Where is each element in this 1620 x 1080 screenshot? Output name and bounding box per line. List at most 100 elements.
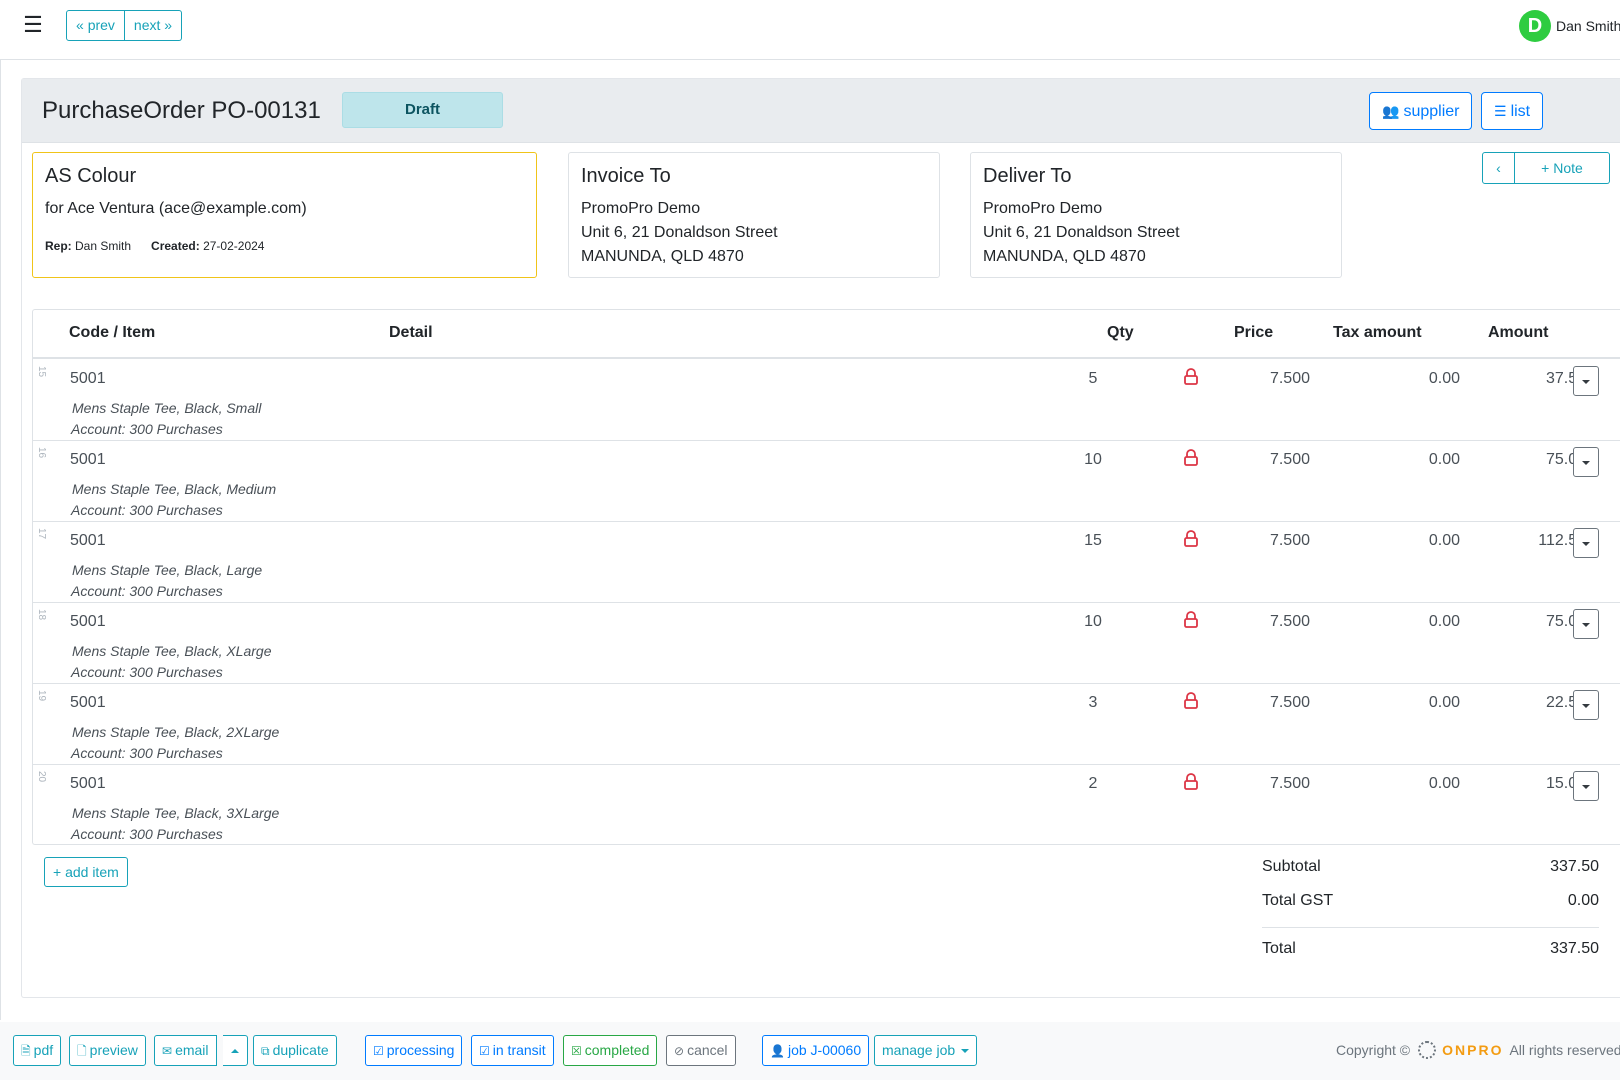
- row-actions-dropdown[interactable]: [1573, 690, 1599, 720]
- lock-icon[interactable]: [1183, 611, 1199, 629]
- processing-button[interactable]: ☑ processing: [365, 1035, 463, 1066]
- item-tax: 0.00: [1428, 532, 1460, 549]
- invoice-to-heading: Invoice To: [581, 165, 671, 187]
- lock-icon[interactable]: [1183, 368, 1199, 386]
- item-description: Mens Staple Tee, Black, Medium: [72, 481, 277, 497]
- job-label: job J-00060: [787, 1042, 862, 1058]
- row-number: 17: [36, 528, 47, 540]
- table-row[interactable]: 15 5001 Mens Staple Tee, Black, Small Accou…: [33, 360, 1620, 441]
- total-row: Total 337.50: [1262, 940, 1599, 964]
- add-note-button[interactable]: + Note: [1515, 152, 1610, 184]
- processing-label: processing: [386, 1042, 455, 1058]
- next-label: next: [133, 17, 161, 33]
- onpro-logo: [1418, 1041, 1437, 1059]
- item-qty[interactable]: 5: [1073, 370, 1113, 388]
- totals-panel: Subtotal 337.50 Total GST 0.00 Total 337…: [1262, 856, 1599, 964]
- customer-line: for Ace Ventura (ace@example.com): [45, 200, 307, 217]
- created-value: 27-02-2024: [203, 239, 265, 253]
- item-tax: 0.00: [1428, 451, 1460, 468]
- check-square-icon: ☑: [479, 1044, 490, 1058]
- user-name: Dan Smith: [1556, 18, 1620, 34]
- item-qty[interactable]: 10: [1073, 451, 1113, 469]
- check-square-icon: ☑: [373, 1044, 384, 1058]
- row-actions-dropdown[interactable]: [1573, 447, 1599, 477]
- copy-icon: ⧉: [261, 1044, 270, 1058]
- row-number: 16: [36, 447, 47, 459]
- collapse-button[interactable]: ‹: [1482, 152, 1515, 184]
- chevron-left-icon: ‹: [1496, 160, 1501, 176]
- prev-button[interactable]: « prev: [66, 10, 125, 41]
- deliver-to-box[interactable]: Deliver To PromoPro Demo Unit 6, 21 Dona…: [970, 152, 1342, 278]
- subtotal-value: 337.50: [1550, 858, 1599, 875]
- item-tax: 0.00: [1428, 370, 1460, 387]
- item-price[interactable]: 7.500: [1233, 775, 1310, 793]
- row-actions-dropdown[interactable]: [1573, 609, 1599, 639]
- subtotal-label: Subtotal: [1262, 858, 1321, 875]
- supplier-button[interactable]: 👥 supplier: [1369, 92, 1473, 130]
- item-qty[interactable]: 2: [1073, 775, 1113, 793]
- list-icon: ☰: [1494, 103, 1507, 119]
- table-row[interactable]: 17 5001 Mens Staple Tee, Black, Large Accou…: [33, 522, 1620, 603]
- next-button[interactable]: next »: [124, 10, 183, 41]
- prev-label: prev: [87, 17, 115, 33]
- lock-icon[interactable]: [1183, 692, 1199, 710]
- table-row[interactable]: 16 5001 Mens Staple Tee, Black, Medium Acco…: [33, 441, 1620, 522]
- row-actions-dropdown[interactable]: [1573, 366, 1599, 396]
- caret-up-icon: [231, 1049, 239, 1054]
- job-button[interactable]: 👤 job J-00060: [762, 1035, 870, 1066]
- deliver-to-heading: Deliver To: [983, 165, 1072, 187]
- table-row[interactable]: 18 5001 Mens Staple Tee, Black, XLarge Acco…: [33, 603, 1620, 684]
- lock-icon[interactable]: [1183, 773, 1199, 791]
- item-description: Mens Staple Tee, Black, 3XLarge: [72, 805, 280, 821]
- item-tax: 0.00: [1428, 775, 1460, 792]
- item-price[interactable]: 7.500: [1233, 613, 1310, 631]
- status-badge: Draft: [342, 92, 503, 128]
- created-label: Created:: [151, 239, 200, 253]
- row-actions-dropdown[interactable]: [1573, 528, 1599, 558]
- item-price[interactable]: 7.500: [1233, 694, 1310, 712]
- hamburger-icon[interactable]: ☰: [22, 14, 44, 36]
- lock-icon[interactable]: [1183, 449, 1199, 467]
- col-code: Code / Item: [69, 324, 156, 341]
- col-tax: Tax amount: [1333, 324, 1422, 341]
- item-account: Account: 300 Purchases: [71, 745, 223, 761]
- invoice-to-box[interactable]: Invoice To PromoPro Demo Unit 6, 21 Dona…: [568, 152, 940, 278]
- file-icon: 🗋: [77, 1044, 87, 1058]
- item-price[interactable]: 7.500: [1233, 370, 1310, 388]
- row-actions-dropdown[interactable]: [1573, 771, 1599, 801]
- item-price[interactable]: 7.500: [1233, 451, 1310, 469]
- item-account: Account: 300 Purchases: [71, 826, 223, 842]
- item-price[interactable]: 7.500: [1233, 532, 1310, 550]
- item-qty[interactable]: 15: [1073, 532, 1113, 550]
- email-options-button[interactable]: [223, 1035, 248, 1066]
- row-number: 15: [36, 366, 47, 378]
- gst-row: Total GST 0.00: [1262, 892, 1599, 916]
- pdf-label: pdf: [33, 1042, 54, 1058]
- in-transit-button[interactable]: ☑ in transit: [471, 1035, 554, 1066]
- item-code: 5001: [70, 694, 106, 711]
- lock-icon[interactable]: [1183, 530, 1199, 548]
- preview-button[interactable]: 🗋 preview: [69, 1035, 146, 1066]
- totals-divider: [1262, 927, 1599, 928]
- add-item-label: add item: [65, 864, 119, 880]
- user-menu[interactable]: D Dan Smith: [1519, 10, 1620, 42]
- table-row[interactable]: 19 5001 Mens Staple Tee, Black, 2XLarge Acc…: [33, 684, 1620, 765]
- item-qty[interactable]: 3: [1073, 694, 1113, 712]
- cancel-button[interactable]: ⊘ cancel: [666, 1035, 736, 1066]
- duplicate-button[interactable]: ⧉ duplicate: [253, 1035, 337, 1066]
- preview-label: preview: [89, 1042, 138, 1058]
- plus-icon: +: [1541, 160, 1550, 176]
- pdf-button[interactable]: 🗎 pdf: [13, 1035, 62, 1066]
- gst-label: Total GST: [1262, 892, 1334, 909]
- invoice-line: PromoPro Demo: [581, 200, 701, 217]
- supplier-box[interactable]: AS Colour for Ace Ventura (ace@example.c…: [32, 152, 537, 278]
- item-description: Mens Staple Tee, Black, Large: [72, 562, 263, 578]
- add-item-button[interactable]: + add item: [44, 857, 128, 887]
- item-qty[interactable]: 10: [1073, 613, 1113, 631]
- manage-job-dropdown[interactable]: manage job: [874, 1035, 978, 1066]
- table-row[interactable]: 20 5001 Mens Staple Tee, Black, 3XLarge Acc…: [33, 765, 1620, 846]
- chevrons-left-icon: «: [76, 17, 84, 33]
- completed-button[interactable]: ☒ completed: [563, 1035, 658, 1066]
- email-button[interactable]: ✉ email: [154, 1035, 217, 1066]
- list-button[interactable]: ☰ list: [1481, 92, 1544, 130]
